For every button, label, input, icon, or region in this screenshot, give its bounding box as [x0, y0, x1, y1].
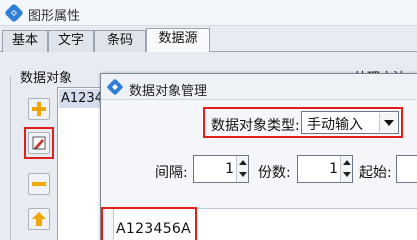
spin-down-icon[interactable] [343, 172, 351, 177]
window-title: 图形属性 [28, 9, 81, 24]
remove-icon [32, 182, 46, 186]
group-frame [10, 76, 11, 240]
data-value-highlight [101, 207, 197, 240]
app-logo-icon [107, 79, 123, 95]
add-icon [32, 102, 46, 116]
interval-label: 间隔: [155, 165, 188, 181]
data-object-manager-dialog: 数据对象管理 数据对象类型: 手动输入 间隔: 1 份数: 1 起始: A123… [100, 73, 417, 240]
dialog-titlebar: 数据对象管理 [101, 74, 417, 100]
app-logo-icon [5, 4, 23, 22]
interval-stepper[interactable]: 1 [193, 155, 249, 183]
tab-data-source[interactable]: 数据源 [146, 28, 210, 53]
spin-down-icon[interactable] [239, 172, 247, 177]
remove-button[interactable] [28, 173, 50, 195]
copies-value: 1 [329, 161, 338, 177]
tab-basic[interactable]: 基本 [2, 30, 48, 52]
edit-button-highlight [24, 127, 54, 159]
tab-strip: 基本 文字 条码 数据源 [0, 26, 417, 53]
add-button[interactable] [28, 98, 50, 120]
tab-barcode[interactable]: 条码 [94, 30, 146, 52]
data-objects-label: 数据对象 [20, 71, 73, 86]
start-input[interactable] [396, 155, 417, 183]
interval-value: 1 [225, 161, 234, 177]
window-titlebar: 图形属性 [0, 0, 417, 26]
move-up-button[interactable] [28, 208, 50, 230]
type-select-highlight [203, 107, 403, 138]
tab-text[interactable]: 文字 [48, 30, 94, 52]
copies-label: 份数: [258, 165, 291, 181]
copies-stepper[interactable]: 1 [297, 155, 353, 183]
move-up-icon [32, 212, 46, 226]
interval-spin-buttons[interactable] [236, 156, 248, 182]
spin-up-icon[interactable] [343, 160, 351, 165]
spin-up-icon[interactable] [239, 160, 247, 165]
dialog-title: 数据对象管理 [129, 84, 208, 99]
copies-spin-buttons[interactable] [340, 156, 352, 182]
start-label: 起始: [359, 165, 392, 181]
